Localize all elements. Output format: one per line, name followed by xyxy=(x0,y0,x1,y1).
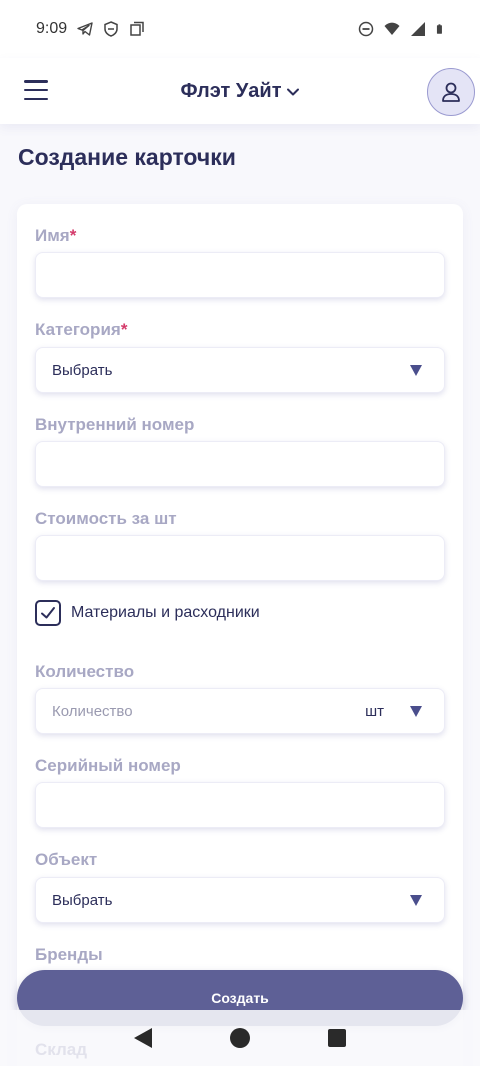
cost-input[interactable] xyxy=(35,535,445,581)
copy-icon xyxy=(130,21,144,36)
dropdown-arrow-icon xyxy=(410,895,422,906)
recent-apps-icon[interactable] xyxy=(328,1029,346,1047)
materials-checkbox-label: Материалы и расходники xyxy=(71,604,260,621)
materials-checkbox[interactable] xyxy=(35,600,61,626)
org-title: Флэт Уайт xyxy=(180,80,282,102)
brands-label: Бренды xyxy=(35,945,103,964)
unit-select[interactable]: шт xyxy=(365,703,384,720)
dropdown-arrow-icon xyxy=(410,365,422,376)
name-input[interactable] xyxy=(35,252,445,298)
telegram-icon xyxy=(77,22,93,36)
quantity-placeholder: Количество xyxy=(52,702,133,720)
materials-checkbox-row[interactable]: Материалы и расходники xyxy=(35,600,260,626)
dropdown-arrow-icon[interactable] xyxy=(410,706,422,717)
quantity-input[interactable]: Количество шт xyxy=(35,688,445,734)
category-value: Выбрать xyxy=(52,361,113,379)
status-left: 9:09 xyxy=(36,20,145,38)
status-bar: 9:09 xyxy=(0,0,480,58)
app-bar: Флэт Уайт xyxy=(0,58,480,124)
shield-icon xyxy=(104,21,118,37)
page-title: Создание карточки xyxy=(18,144,236,170)
required-mark: * xyxy=(120,320,128,339)
object-value: Выбрать xyxy=(52,891,113,909)
chevron-down-icon xyxy=(286,88,299,95)
signal-icon xyxy=(411,22,425,36)
profile-button[interactable] xyxy=(427,68,475,116)
dnd-icon xyxy=(358,21,374,37)
quantity-label: Количество xyxy=(35,662,135,681)
required-mark: * xyxy=(69,226,77,245)
warehouse-label: Склад xyxy=(35,1040,88,1059)
object-select[interactable]: Выбрать xyxy=(35,877,445,923)
user-icon xyxy=(442,82,460,102)
name-label: Имя* xyxy=(35,226,77,245)
checkmark-icon xyxy=(41,607,55,619)
battery-icon xyxy=(436,24,442,34)
org-selector[interactable]: Флэт Уайт xyxy=(0,80,480,103)
internal-number-label: Внутренний номер xyxy=(35,415,195,434)
wifi-icon xyxy=(384,22,400,35)
category-select[interactable]: Выбрать xyxy=(35,347,445,393)
serial-input[interactable] xyxy=(35,782,445,828)
home-icon[interactable] xyxy=(230,1028,250,1048)
serial-label: Серийный номер xyxy=(35,756,181,775)
object-label: Объект xyxy=(35,850,98,869)
internal-number-input[interactable] xyxy=(35,441,445,487)
status-time: 9:09 xyxy=(36,20,68,37)
category-label: Категория* xyxy=(35,320,128,339)
back-icon[interactable] xyxy=(134,1028,152,1048)
status-right xyxy=(358,21,446,37)
cost-label: Стоимость за шт xyxy=(35,509,177,528)
